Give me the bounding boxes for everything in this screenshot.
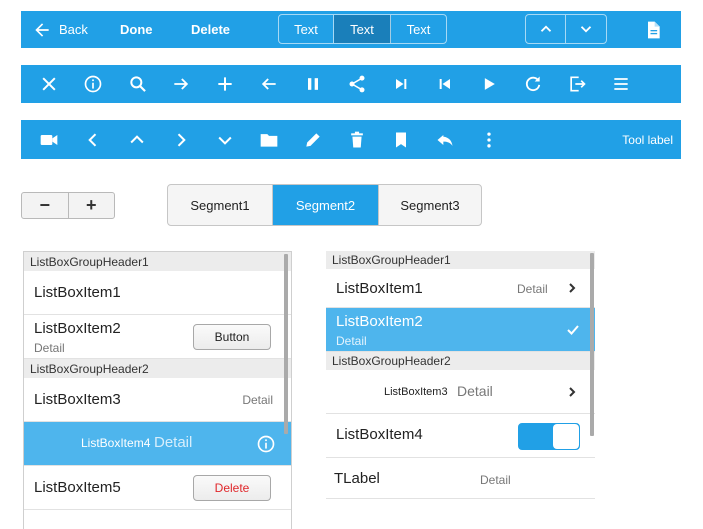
tool-label: Tool label: [622, 132, 673, 147]
item-detail: Detail: [242, 393, 273, 407]
chevron-right-icon: [569, 283, 576, 293]
toolbar-segment-1[interactable]: Text: [279, 15, 334, 43]
toolbar-segment-3[interactable]: Text: [391, 15, 446, 43]
trash-icon[interactable]: [346, 129, 368, 151]
toggle-switch[interactable]: [518, 423, 580, 450]
item-detail: Detail: [517, 282, 548, 296]
tool-toolbar: Tool label: [21, 120, 681, 159]
list-item-4[interactable]: ListBoxItem4: [326, 414, 595, 458]
group-header-2: ListBoxGroupHeader2: [326, 352, 595, 370]
scrollbar[interactable]: [284, 254, 288, 434]
label-item: TLabel Detail: [326, 458, 595, 499]
item-detail: Detail: [457, 383, 493, 399]
list-item-1[interactable]: ListBoxItem1 Detail: [326, 269, 595, 308]
document-icon[interactable]: [642, 19, 664, 41]
delete-button[interactable]: Delete: [193, 475, 271, 501]
done-button[interactable]: Done: [120, 11, 153, 48]
item-label: ListBoxItem2: [336, 313, 423, 330]
back-button[interactable]: Back: [31, 11, 88, 48]
item-label: ListBoxItem2: [34, 320, 121, 337]
group-header-1: ListBoxGroupHeader1: [326, 251, 595, 269]
close-icon[interactable]: [38, 73, 60, 95]
pencil-icon[interactable]: [302, 129, 324, 151]
item-label: ListBoxItem4: [81, 436, 151, 450]
arrow-left-icon: [31, 19, 53, 41]
delete-button[interactable]: Delete: [191, 11, 230, 48]
chevron-down-icon[interactable]: [214, 129, 236, 151]
chevron-up-icon[interactable]: [126, 129, 148, 151]
group-header-1: ListBoxGroupHeader1: [24, 252, 291, 271]
reply-icon[interactable]: [434, 129, 456, 151]
item-label: ListBoxItem5: [34, 479, 121, 496]
skip-next-icon[interactable]: [390, 73, 412, 95]
item-label: TLabel: [334, 470, 380, 487]
pause-icon[interactable]: [302, 73, 324, 95]
item-detail: Detail: [154, 434, 193, 451]
icon-toolbar: [21, 65, 681, 103]
quantity-stepper: − +: [21, 192, 115, 219]
scrollbar[interactable]: [590, 253, 594, 436]
toolbar-segmented-control: Text Text Text: [278, 14, 447, 44]
item-detail: Detail: [34, 341, 65, 355]
segment-3[interactable]: Segment3: [378, 185, 481, 225]
up-button[interactable]: [526, 15, 566, 43]
plus-button[interactable]: +: [67, 193, 115, 218]
chevron-right-icon: [569, 386, 576, 397]
folder-icon[interactable]: [258, 129, 280, 151]
item-detail: Detail: [480, 473, 511, 487]
list-item-4[interactable]: ListBoxItem4 Detail: [24, 422, 291, 466]
bookmark-icon[interactable]: [390, 129, 412, 151]
skip-previous-icon[interactable]: [434, 73, 456, 95]
item-label: ListBoxItem3: [34, 391, 121, 408]
info-icon[interactable]: [255, 433, 277, 455]
up-down-group: [525, 14, 607, 44]
list-item-2[interactable]: ListBoxItem2 Detail Button: [24, 315, 291, 359]
down-button[interactable]: [566, 15, 606, 43]
video-camera-icon[interactable]: [38, 129, 60, 151]
checkmark-icon: [567, 325, 579, 335]
play-icon[interactable]: [478, 73, 500, 95]
item-label: ListBoxItem1: [34, 284, 121, 301]
minus-button[interactable]: −: [22, 193, 68, 218]
segment-1[interactable]: Segment1: [168, 185, 273, 225]
plus-icon[interactable]: [214, 73, 236, 95]
chevron-left-icon[interactable]: [82, 129, 104, 151]
list-item-3[interactable]: ListBoxItem3 Detail: [326, 370, 595, 414]
item-label: ListBoxItem4: [336, 426, 423, 443]
toolbar-segment-2[interactable]: Text: [334, 15, 391, 43]
item-label: ListBoxItem3: [384, 386, 448, 398]
share-icon[interactable]: [346, 73, 368, 95]
list-item-1[interactable]: ListBoxItem1: [24, 271, 291, 315]
search-icon[interactable]: [127, 73, 149, 95]
item-label: ListBoxItem1: [336, 280, 423, 297]
back-label: Back: [59, 22, 88, 37]
top-toolbar: Back Done Delete Text Text Text: [21, 11, 681, 48]
more-vertical-icon[interactable]: [478, 129, 500, 151]
info-icon[interactable]: [82, 73, 104, 95]
chevron-right-icon[interactable]: [170, 129, 192, 151]
item-button[interactable]: Button: [193, 324, 271, 350]
list-item-3[interactable]: ListBoxItem3 Detail: [24, 378, 291, 422]
chevron-down-icon: [580, 26, 592, 33]
toggle-knob: [553, 424, 579, 449]
menu-icon[interactable]: [610, 73, 632, 95]
chevron-up-icon: [540, 25, 551, 32]
group-header-2: ListBoxGroupHeader2: [24, 359, 291, 378]
list-box-left: ListBoxGroupHeader1 ListBoxItem1 ListBox…: [23, 251, 292, 529]
segment-control: Segment1 Segment2 Segment3: [167, 184, 482, 226]
refresh-icon[interactable]: [522, 73, 544, 95]
arrow-right-icon[interactable]: [170, 73, 192, 95]
item-detail: Detail: [336, 334, 367, 348]
list-box-right: ListBoxGroupHeader1 ListBoxItem1 Detail …: [326, 251, 595, 529]
list-item-2[interactable]: ListBoxItem2 Detail: [326, 308, 595, 352]
list-item-5[interactable]: ListBoxItem5 Delete: [24, 466, 291, 510]
exit-icon[interactable]: [566, 73, 588, 95]
segment-2[interactable]: Segment2: [273, 185, 378, 225]
arrow-left-icon[interactable]: [258, 73, 280, 95]
